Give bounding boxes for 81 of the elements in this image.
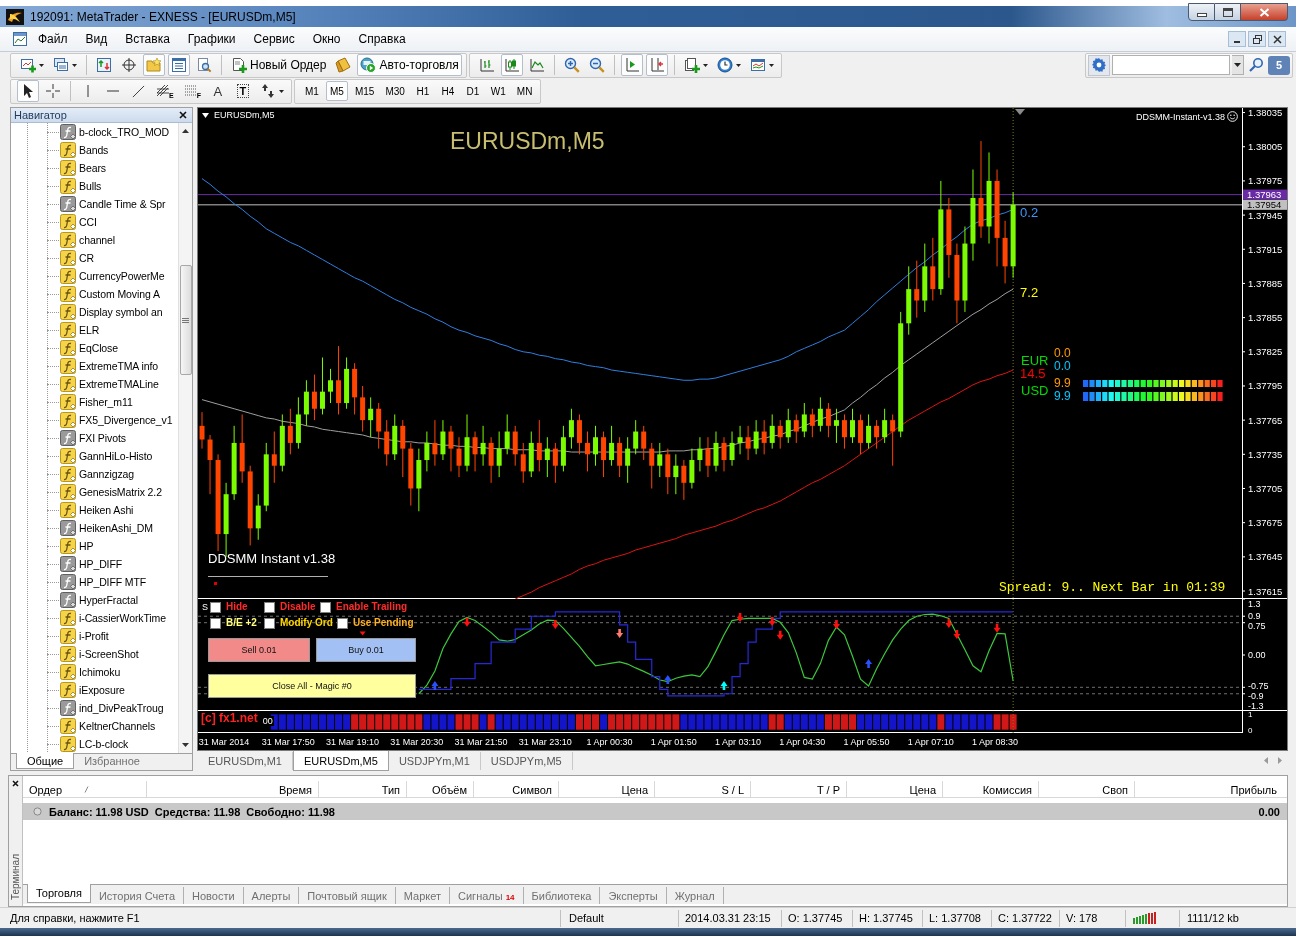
time-label: 1 Apr 00:30	[586, 737, 633, 747]
strength-value: 9.9	[1054, 377, 1072, 390]
checkbox-label: Hide	[226, 601, 248, 613]
axis-label: 1.37855	[1248, 312, 1283, 324]
signal-count: 14	[505, 893, 515, 902]
time-label: 31 Mar 19:10	[326, 737, 380, 747]
axis-label: 1.37885	[1248, 277, 1283, 289]
axis-label: 1.37645	[1248, 551, 1283, 563]
spread-timer-text: Spread: 9.. Next Bar in 01:39	[999, 581, 1226, 595]
checkbox-label: B/E +2	[226, 617, 257, 629]
pane-label: S	[202, 602, 209, 612]
time-label: 31 Mar 2014	[198, 737, 250, 747]
time-label: 31 Mar 21:50	[454, 737, 508, 747]
status-text: Default	[560, 909, 678, 927]
time-label: 31 Mar 17:50	[261, 737, 315, 747]
window-title: 192091: MetaTrader - EXNESS - [EURUSDm,M5]	[30, 9, 296, 24]
time-label: 1 Apr 03:10	[715, 737, 762, 747]
axis-label: 1.37795	[1248, 380, 1283, 392]
summary-text: Свободно: 11.98	[246, 805, 335, 818]
line-value-label: 0.2	[1020, 206, 1039, 220]
indicator-name: DDSMM-Instant-v1.38	[1135, 111, 1225, 122]
profit-value: 0.00	[1258, 805, 1280, 818]
checkbox-label: Modify Ord	[280, 617, 333, 629]
price-label: 1.37963	[1243, 189, 1287, 201]
axis-label: 1.37675	[1248, 517, 1283, 529]
axis-label: 1.37615	[1248, 585, 1283, 597]
checkbox-label: Enable Trailing	[336, 601, 408, 613]
time-label: 31 Mar 23:10	[518, 737, 572, 747]
axis-label: 1	[1248, 711, 1253, 720]
axis-label: 1.37915	[1248, 243, 1283, 255]
axis-label: -0.75	[1248, 681, 1269, 691]
status-text: 2014.03.31 23:15	[678, 909, 781, 927]
status-text: H: 1.37745	[852, 909, 922, 927]
strength-value: 9.9	[1054, 390, 1072, 403]
checkbox-label: Use Pending	[353, 617, 414, 629]
time-label: 1 Apr 05:50	[843, 737, 890, 747]
time-label: 1 Apr 07:10	[907, 737, 954, 747]
strength-value: 0.0	[1054, 347, 1072, 360]
summary-text: Баланс: 11.98 USD	[49, 805, 149, 818]
axis-label: 1.37735	[1248, 448, 1283, 460]
axis-label: 1.3	[1248, 599, 1261, 609]
summary-text: Средства: 11.98	[154, 805, 241, 818]
chart-title: EURUSDm,M5	[450, 128, 605, 155]
axis-label: 0.9	[1248, 611, 1261, 622]
panel-title: Навигатор	[14, 109, 67, 121]
axis-label: 1.38035	[1248, 108, 1283, 119]
axis-label: 0	[1248, 725, 1253, 735]
time-label: 1 Apr 08:30	[972, 737, 1019, 747]
time-label: 1 Apr 01:50	[650, 737, 697, 747]
axis-label: 1.38005	[1248, 141, 1283, 153]
status-text: Для справки, нажмите F1	[9, 911, 141, 926]
checkbox-label: Disable	[280, 601, 316, 613]
price-label: 1.37954	[1243, 199, 1287, 211]
line-value-label: 7.2	[1020, 286, 1039, 300]
ref-line-label: 1.37954	[1247, 199, 1282, 211]
status-text: L: 1.37708	[922, 909, 991, 927]
time-label: 31 Mar 20:30	[390, 737, 444, 747]
currency-label: USD	[1021, 382, 1050, 398]
axis-label: -1.3	[1248, 701, 1264, 711]
axis-label: 1.37945	[1248, 209, 1283, 221]
axis-label: -0.9	[1248, 691, 1264, 701]
line-value-label: 14.5	[1020, 367, 1046, 380]
status-text: O: 1.37745	[781, 909, 852, 927]
indicator-title: DDSMM Instant v1.38	[208, 551, 336, 566]
strength-value: 0.0	[1054, 360, 1072, 373]
watermark-label: [c] fx1.net	[199, 711, 260, 726]
axis-label: 1.37765	[1248, 414, 1283, 426]
axis-label: 1.37705	[1248, 483, 1283, 494]
status-text: C: 1.37722	[991, 909, 1059, 927]
axis-label: 0.00	[1248, 650, 1266, 660]
axis-label: 1.37975	[1248, 175, 1283, 187]
strip-value: 00	[261, 716, 274, 726]
chart-symbol-label: EURUSDm,M5	[214, 110, 275, 120]
status-text: V: 178	[1059, 909, 1125, 927]
ref-line-label: 1.37963	[1247, 189, 1282, 201]
axis-label: 0.75	[1248, 621, 1266, 632]
status-text: 1111/12 kb	[1179, 909, 1289, 927]
currency-label: EUR	[1021, 352, 1050, 368]
time-label: 1 Apr 04:30	[779, 737, 826, 747]
panel-title: Терминал	[10, 853, 21, 900]
axis-label: 1.37825	[1248, 346, 1283, 358]
